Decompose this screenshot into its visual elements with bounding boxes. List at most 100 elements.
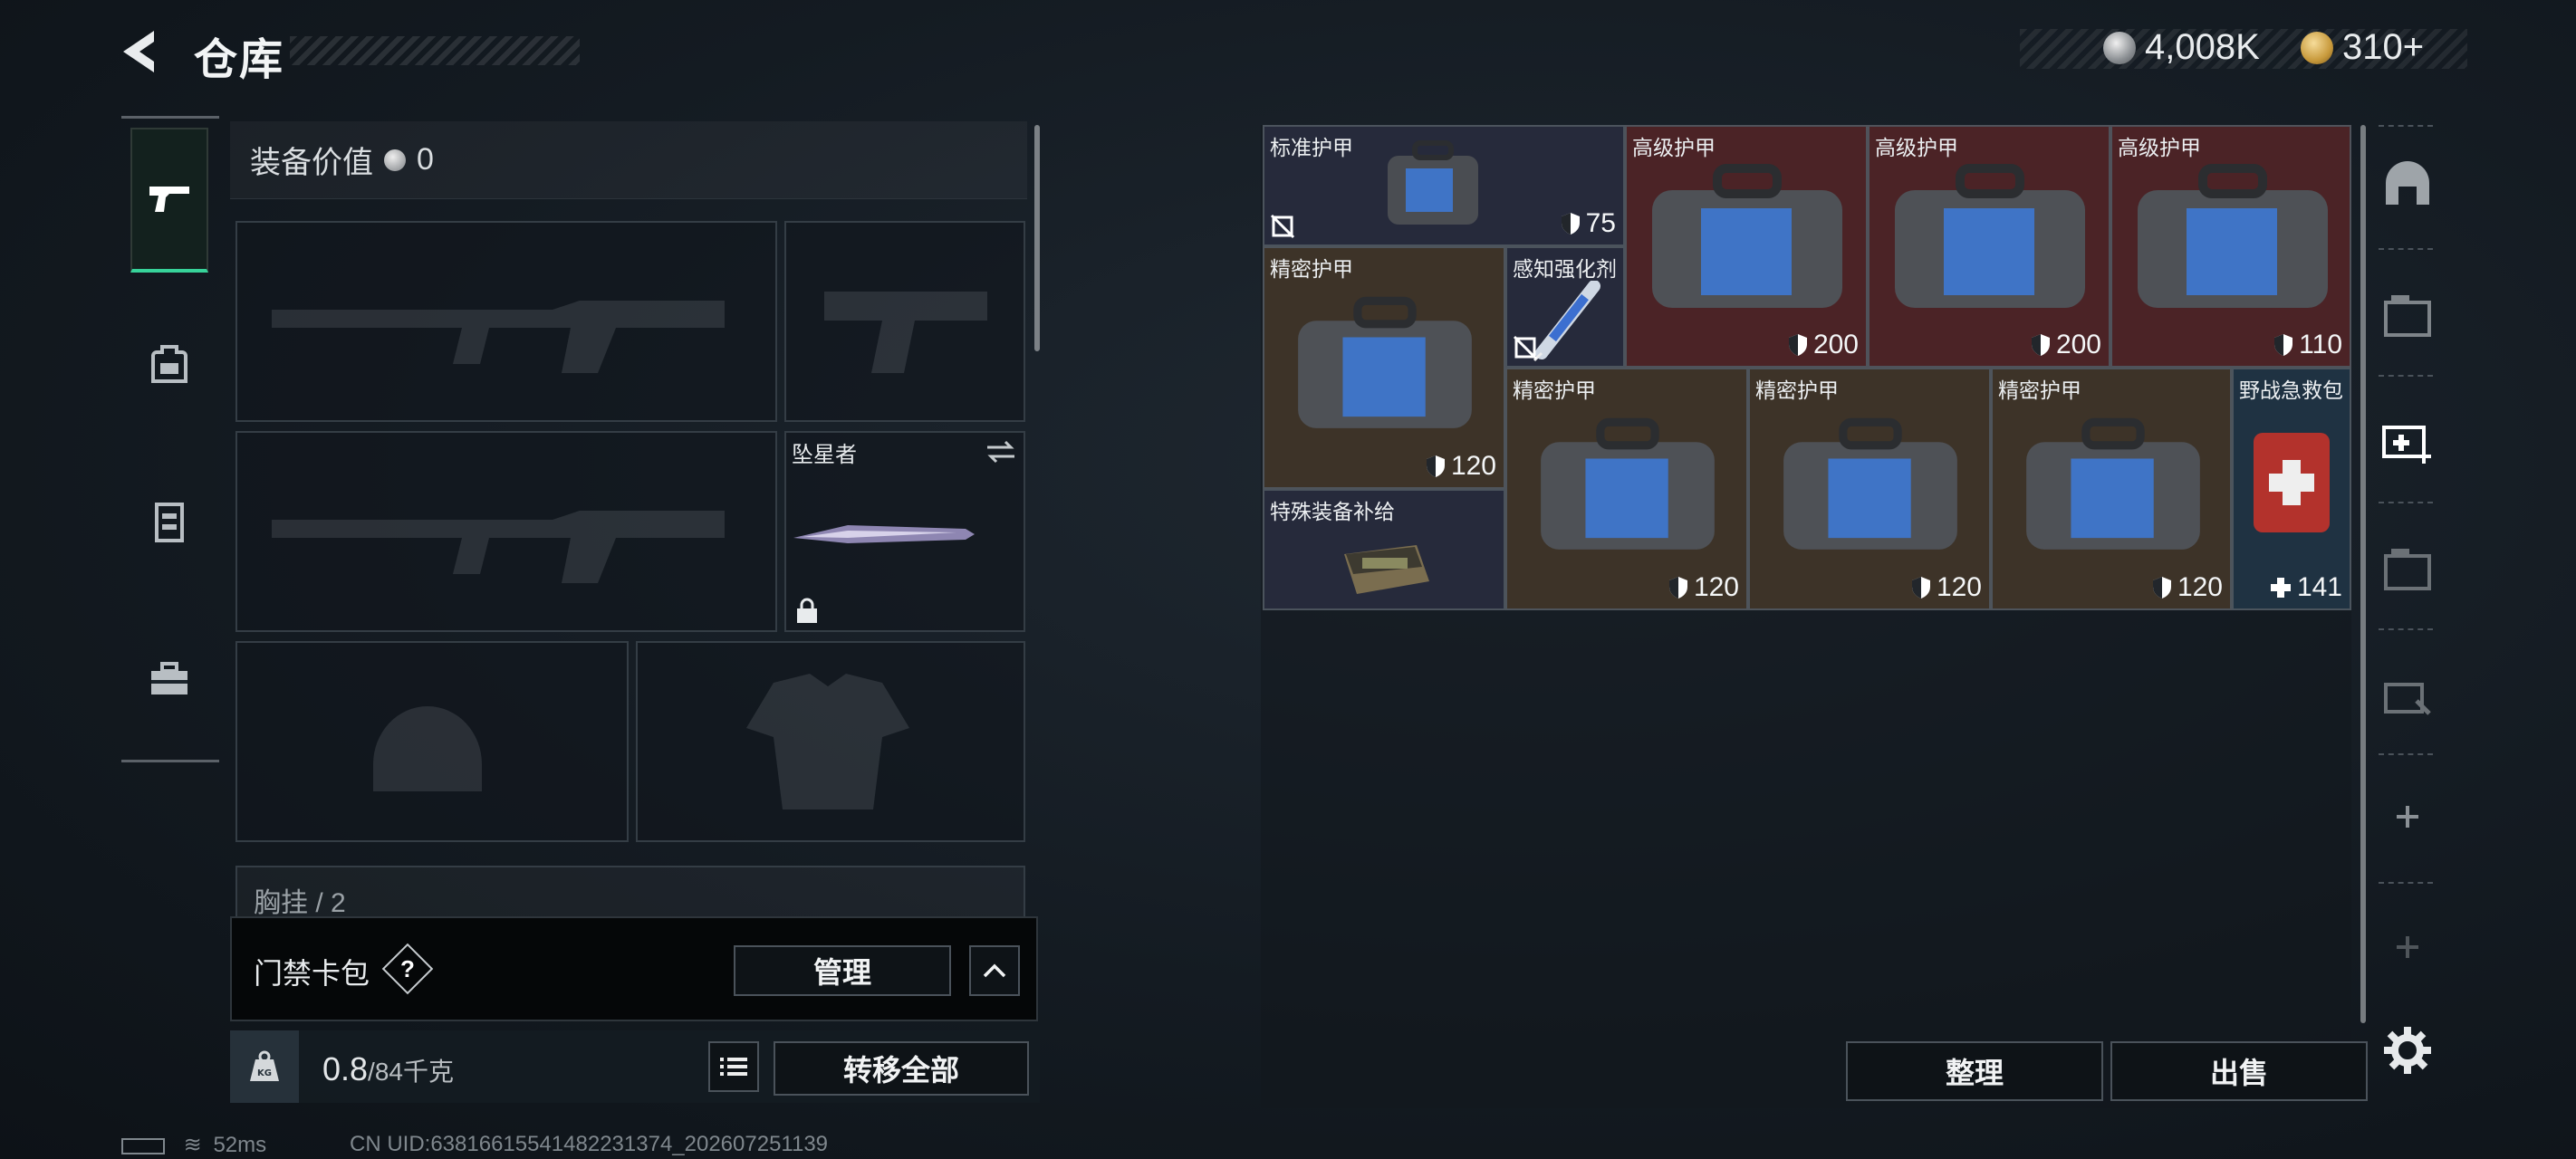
item-standard-armor[interactable]: 标准护甲 75 xyxy=(1263,125,1625,246)
nav-vest[interactable] xyxy=(130,450,208,595)
weight-max: /84千克 xyxy=(368,1058,454,1086)
gold-currency[interactable]: 310+ xyxy=(2301,27,2424,68)
swap-icon[interactable] xyxy=(985,440,1016,464)
list-view-button[interactable] xyxy=(708,1041,759,1092)
item-advanced-armor-1[interactable]: 高级护甲 200 xyxy=(1625,125,1868,368)
secondary-weapon-slot[interactable] xyxy=(235,431,777,632)
item-precision-armor-4[interactable]: 精密护甲 120 xyxy=(1991,368,2232,610)
keycard-label: 门禁卡包 xyxy=(254,957,370,990)
weight-current: 0.8 xyxy=(322,1050,369,1087)
backpack-icon xyxy=(151,345,187,383)
uid-text: CN UID:63816615541482231374_202607251139 xyxy=(350,1132,829,1156)
armor-slot[interactable] xyxy=(636,641,1025,842)
heal-plus-icon xyxy=(2270,578,2291,598)
supply-crate-icon xyxy=(1344,545,1429,594)
weight-readout: 0.8/84千克 xyxy=(322,1050,454,1088)
silver-currency[interactable]: 4,008K xyxy=(2103,27,2260,68)
chest-rig-label: 胸挂 / 2 xyxy=(254,888,346,918)
storage-box-icon[interactable] xyxy=(2380,541,2435,596)
item-field-first-aid[interactable]: 野战急救包 141 xyxy=(2232,368,2351,610)
armor-bag-icon xyxy=(1388,140,1478,225)
help-icon[interactable]: ? xyxy=(381,943,434,995)
item-precision-armor-2[interactable]: 精密护甲 120 xyxy=(1505,368,1748,610)
chevron-up-icon xyxy=(983,963,1006,978)
melee-slot[interactable]: 坠星者 xyxy=(784,431,1025,632)
equipment-value: 0 xyxy=(417,142,434,177)
sell-button[interactable]: 出售 xyxy=(2110,1041,2368,1101)
vest-icon xyxy=(155,503,184,542)
tool-box-icon[interactable] xyxy=(2380,668,2435,723)
silver-coin-icon xyxy=(384,148,406,171)
pistol-silhouette-icon xyxy=(824,292,987,373)
svg-text:KG: KG xyxy=(257,1068,272,1078)
list-icon xyxy=(720,1058,747,1076)
storage-tabs xyxy=(2359,125,2446,1106)
wifi-icon: ≋ xyxy=(183,1133,202,1157)
armor-bag-icon xyxy=(2138,164,2328,308)
first-aid-kit-icon xyxy=(2254,433,2330,532)
add-slot-icon[interactable] xyxy=(2380,790,2435,844)
item-special-supply[interactable]: 特殊装备补给 xyxy=(1263,489,1505,610)
shield-icon xyxy=(2274,334,2293,356)
armor-bag-icon xyxy=(2026,417,2200,550)
silver-coin-icon xyxy=(2103,31,2136,64)
status-bar: ≋ 52ms xyxy=(121,1132,266,1158)
rifle-silhouette-icon xyxy=(272,511,725,583)
safehouse-icon[interactable] xyxy=(2380,159,2435,214)
shield-icon xyxy=(2152,577,2171,599)
helmet-slot[interactable] xyxy=(235,641,629,842)
ping-text: 52ms xyxy=(213,1133,267,1157)
equipment-scrollbar[interactable] xyxy=(1034,125,1040,351)
nav-weapons[interactable] xyxy=(130,128,208,273)
nav-backpack[interactable] xyxy=(130,291,208,436)
no-transfer-icon xyxy=(1513,335,1538,360)
nav-toolbox[interactable] xyxy=(130,608,208,752)
chest-rig-slot[interactable]: 胸挂 / 2 xyxy=(235,866,1025,918)
kg-weight-icon: KG xyxy=(250,1050,279,1081)
transfer-all-button[interactable]: 转移全部 xyxy=(774,1041,1029,1096)
expand-button[interactable] xyxy=(969,945,1020,996)
armor-silhouette-icon xyxy=(746,674,909,809)
weight-icon-box: KG xyxy=(230,1030,299,1103)
armor-bag-icon xyxy=(1652,164,1842,308)
sort-button[interactable]: 整理 xyxy=(1846,1041,2103,1101)
equipment-value-label: 装备价值 xyxy=(250,146,373,180)
gold-coin-icon xyxy=(2301,31,2333,64)
shield-icon xyxy=(1911,577,1930,599)
no-transfer-icon xyxy=(1270,214,1295,239)
title-decoration xyxy=(290,36,580,65)
manage-button[interactable]: 管理 xyxy=(734,945,951,996)
melee-name: 坠星者 xyxy=(792,443,857,467)
shield-icon xyxy=(1788,334,1807,356)
back-arrow-icon xyxy=(123,31,154,72)
battery-icon xyxy=(121,1137,165,1154)
item-perception-booster[interactable]: 感知强化剂 xyxy=(1505,246,1625,368)
silver-amount: 4,008K xyxy=(2145,27,2260,67)
item-precision-armor-3[interactable]: 精密护甲 120 xyxy=(1748,368,1991,610)
add-slot-icon[interactable] xyxy=(2380,920,2435,974)
page-title: 仓库 xyxy=(194,36,285,84)
knife-icon xyxy=(793,525,975,543)
storage-grid: 标准护甲 75 高级护甲 200 高级护甲 200 高级护甲 110 精密护甲 … xyxy=(1263,125,2353,610)
item-precision-armor-1[interactable]: 精密护甲 120 xyxy=(1263,246,1505,489)
shield-icon xyxy=(2031,334,2050,356)
back-button[interactable] xyxy=(118,27,163,76)
equipment-value-row: 装备价值 0 xyxy=(230,121,1027,199)
toolbox-icon xyxy=(151,662,187,694)
item-advanced-armor-2[interactable]: 高级护甲 200 xyxy=(1868,125,2110,368)
shield-icon xyxy=(1426,455,1445,477)
keycard-bar: 门禁卡包 ? 管理 xyxy=(230,916,1038,1021)
lock-icon xyxy=(797,598,817,623)
medical-box-add-icon[interactable] xyxy=(2380,413,2435,467)
helmet-silhouette-icon xyxy=(373,706,482,791)
settings-gear-icon[interactable] xyxy=(2380,1023,2435,1078)
rifle-silhouette-icon xyxy=(272,301,725,373)
primary-weapon-slot[interactable] xyxy=(235,221,777,422)
storage-box-icon[interactable] xyxy=(2380,288,2435,342)
armor-bag-icon xyxy=(1783,417,1957,550)
sidearm-slot[interactable] xyxy=(784,221,1025,422)
item-advanced-armor-3[interactable]: 高级护甲 110 xyxy=(2110,125,2351,368)
shield-icon xyxy=(1561,213,1580,235)
gold-amount: 310+ xyxy=(2342,27,2425,67)
category-nav xyxy=(121,116,219,762)
